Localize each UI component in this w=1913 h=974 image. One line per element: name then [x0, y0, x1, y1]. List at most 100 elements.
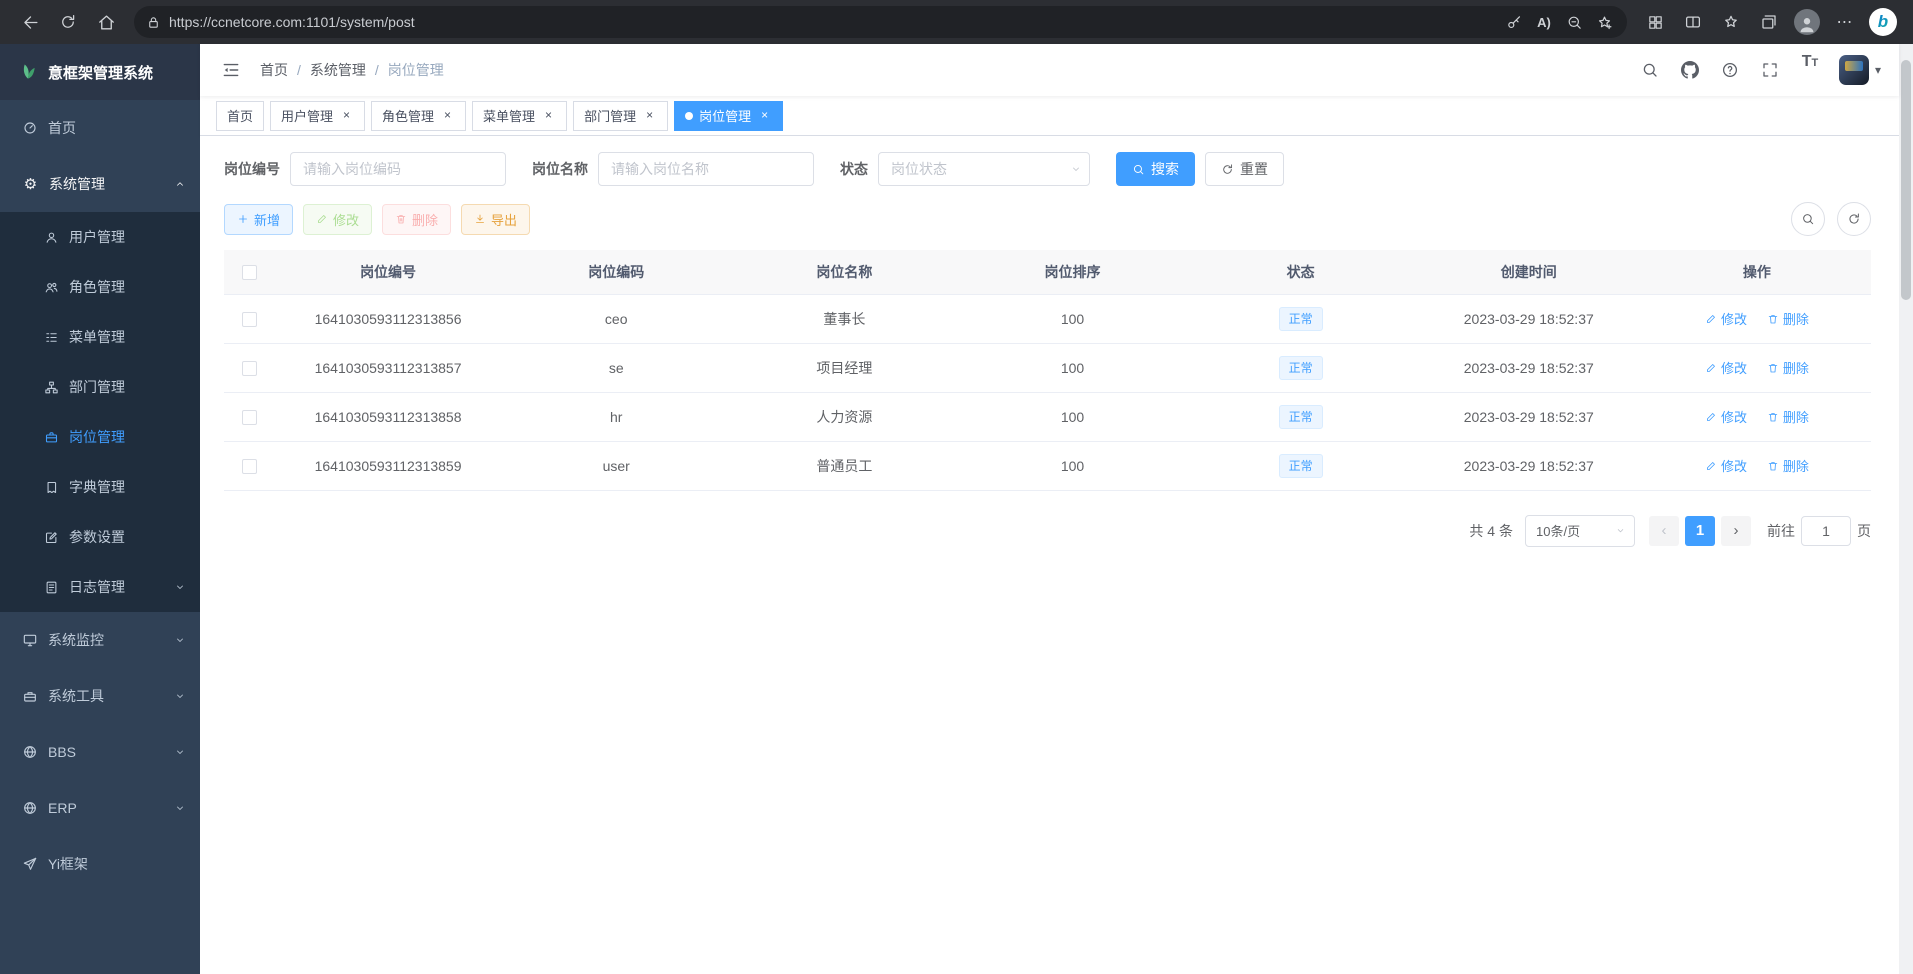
- status-select[interactable]: [878, 152, 1090, 186]
- more-menu-icon[interactable]: ⋯: [1827, 4, 1863, 40]
- sidebar-item-home[interactable]: 首页: [0, 100, 200, 156]
- sidebar-item-parameters[interactable]: 参数设置: [0, 512, 200, 562]
- row-edit-link[interactable]: 修改: [1705, 407, 1747, 426]
- select-all-checkbox[interactable]: [242, 265, 257, 280]
- sidebar-item-bbs[interactable]: BBS: [0, 724, 200, 780]
- search-icon[interactable]: [1633, 53, 1667, 87]
- table-row[interactable]: 1641030593112313859 user 普通员工 100 正常 202…: [224, 441, 1871, 490]
- row-delete-link[interactable]: 删除: [1767, 407, 1809, 426]
- table-row[interactable]: 1641030593112313856 ceo 董事长 100 正常 2023-…: [224, 294, 1871, 343]
- breadcrumb-home[interactable]: 首页: [260, 60, 288, 80]
- tab-roles[interactable]: 角色管理 ×: [371, 101, 466, 131]
- row-checkbox[interactable]: [242, 312, 257, 327]
- tree-icon: [44, 380, 59, 395]
- search-button[interactable]: 搜索: [1116, 152, 1195, 186]
- extensions-icon[interactable]: [1637, 4, 1673, 40]
- row-edit-link[interactable]: 修改: [1705, 358, 1747, 377]
- column-create-time: 创建时间: [1415, 250, 1643, 294]
- tab-users[interactable]: 用户管理 ×: [270, 101, 365, 131]
- read-aloud-icon[interactable]: A): [1529, 7, 1559, 37]
- row-edit-link[interactable]: 修改: [1705, 309, 1747, 328]
- home-icon[interactable]: [88, 4, 124, 40]
- navbar-actions: TT ▾: [1633, 53, 1881, 87]
- scrollbar-thumb[interactable]: [1901, 60, 1911, 300]
- sidebar-item-tools[interactable]: 系统工具: [0, 668, 200, 724]
- breadcrumb-system[interactable]: 系统管理: [310, 60, 366, 80]
- back-icon[interactable]: [12, 4, 48, 40]
- sidebar-item-system[interactable]: ⚙ 系统管理: [0, 156, 200, 212]
- modify-button[interactable]: 修改: [303, 204, 372, 235]
- row-checkbox[interactable]: [242, 361, 257, 376]
- pagination: 共 4 条 10条/页 ‹ 1 › 前往 页: [224, 515, 1871, 547]
- tab-posts[interactable]: 岗位管理 ×: [674, 101, 783, 131]
- add-favorite-icon[interactable]: [1589, 7, 1619, 37]
- tags-view-bar: 首页 用户管理 × 角色管理 × 菜单管理 × 部门管理 × 岗位管理 ×: [200, 96, 1899, 136]
- close-icon[interactable]: ×: [440, 108, 455, 123]
- post-code-input[interactable]: [290, 152, 506, 186]
- status-badge: 正常: [1279, 454, 1323, 478]
- collections-icon[interactable]: [1751, 4, 1787, 40]
- refresh-icon[interactable]: [50, 4, 86, 40]
- app-title: 意框架管理系统: [48, 62, 153, 83]
- help-icon[interactable]: [1713, 53, 1747, 87]
- sidebar-item-dictionary[interactable]: 字典管理: [0, 462, 200, 512]
- row-checkbox[interactable]: [242, 459, 257, 474]
- sidebar-item-posts[interactable]: 岗位管理: [0, 412, 200, 462]
- close-icon[interactable]: ×: [541, 108, 556, 123]
- reset-button[interactable]: 重置: [1205, 152, 1284, 186]
- sidebar-toggle-icon[interactable]: [214, 53, 248, 87]
- tab-home[interactable]: 首页: [216, 101, 264, 131]
- row-delete-link[interactable]: 删除: [1767, 309, 1809, 328]
- fullscreen-icon[interactable]: [1753, 53, 1787, 87]
- close-icon[interactable]: ×: [642, 108, 657, 123]
- goto-label: 前往: [1767, 521, 1795, 541]
- tab-menus[interactable]: 菜单管理 ×: [472, 101, 567, 131]
- password-key-icon[interactable]: [1499, 7, 1529, 37]
- post-name-input[interactable]: [598, 152, 814, 186]
- add-button[interactable]: 新增: [224, 204, 293, 235]
- toggle-search-button[interactable]: [1791, 202, 1825, 236]
- sidebar-item-erp[interactable]: ERP: [0, 780, 200, 836]
- table-row[interactable]: 1641030593112313858 hr 人力资源 100 正常 2023-…: [224, 392, 1871, 441]
- close-icon[interactable]: ×: [757, 108, 772, 123]
- row-edit-link[interactable]: 修改: [1705, 456, 1747, 475]
- font-size-icon[interactable]: TT: [1793, 53, 1827, 87]
- sidebar-item-monitor[interactable]: 系统监控: [0, 612, 200, 668]
- page-scrollbar[interactable]: [1899, 44, 1913, 974]
- book-icon: [44, 480, 59, 495]
- caret-down-icon[interactable]: ▾: [1875, 63, 1881, 77]
- app-logo: 意框架管理系统: [0, 44, 200, 100]
- close-icon[interactable]: ×: [339, 108, 354, 123]
- bing-icon[interactable]: b: [1865, 4, 1901, 40]
- browser-chrome: https://ccnetcore.com:1101/system/post A…: [0, 0, 1913, 44]
- next-page-button[interactable]: ›: [1721, 516, 1751, 546]
- row-checkbox[interactable]: [242, 410, 257, 425]
- user-avatar[interactable]: [1839, 55, 1869, 85]
- sidebar-item-menus[interactable]: 菜单管理: [0, 312, 200, 362]
- sidebar-item-departments[interactable]: 部门管理: [0, 362, 200, 412]
- sidebar-item-logs[interactable]: 日志管理: [0, 562, 200, 612]
- tab-departments[interactable]: 部门管理 ×: [573, 101, 668, 131]
- favorites-icon[interactable]: [1713, 4, 1749, 40]
- sidebar-item-yi-framework[interactable]: Yi框架: [0, 836, 200, 892]
- address-bar[interactable]: https://ccnetcore.com:1101/system/post A…: [134, 6, 1627, 38]
- export-button[interactable]: 导出: [461, 204, 530, 235]
- sidebar-item-roles[interactable]: 角色管理: [0, 262, 200, 312]
- delete-button[interactable]: 删除: [382, 204, 451, 235]
- page-size-select[interactable]: 10条/页: [1525, 515, 1635, 547]
- monitor-icon: [22, 632, 38, 648]
- page-1-button[interactable]: 1: [1685, 516, 1715, 546]
- row-delete-link[interactable]: 删除: [1767, 456, 1809, 475]
- row-delete-link[interactable]: 删除: [1767, 358, 1809, 377]
- table-row[interactable]: 1641030593112313857 se 项目经理 100 正常 2023-…: [224, 343, 1871, 392]
- sidebar-item-users[interactable]: 用户管理: [0, 212, 200, 262]
- cell-post-sort: 100: [958, 294, 1186, 343]
- goto-page-input[interactable]: [1801, 516, 1851, 546]
- refresh-table-button[interactable]: [1837, 202, 1871, 236]
- github-icon[interactable]: [1673, 53, 1707, 87]
- zoom-icon[interactable]: [1559, 7, 1589, 37]
- prev-page-button[interactable]: ‹: [1649, 516, 1679, 546]
- split-screen-icon[interactable]: [1675, 4, 1711, 40]
- url-text[interactable]: https://ccnetcore.com:1101/system/post: [169, 14, 1499, 30]
- profile-avatar[interactable]: [1789, 4, 1825, 40]
